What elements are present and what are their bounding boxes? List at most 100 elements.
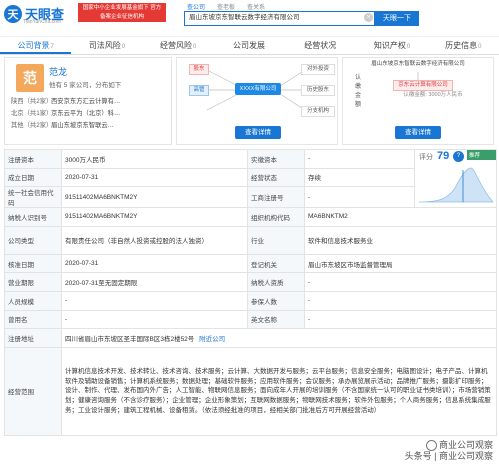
cell-value: MA6BNKTM2 (304, 207, 497, 227)
watermark: 商业公司观察 头条号 | 商业公司观察 (405, 440, 493, 462)
equity-company-name[interactable]: 眉山东坡京东智联云数字经济有限公司 (349, 60, 487, 69)
cell-key: 核准日期 (4, 253, 62, 274)
person-name-link[interactable]: 范龙 (49, 65, 67, 78)
tab-count: 7 (50, 44, 54, 50)
watermark-icon (425, 440, 437, 451)
equity-structure-card: 眉山东坡京东智联云数字经济有限公司 认缴金额 京东云计算有限公司 认缴金额: 3… (342, 57, 494, 145)
cell-value: 91511402MA6BNKTM2Y (61, 186, 248, 209)
region-label: 陕西（共2家） (11, 98, 53, 105)
view-equity-detail-button[interactable]: 查看详情 (395, 126, 441, 139)
cell-key: 实缴资本 (247, 149, 305, 169)
person-desc: 他有 5 家公司，分布如下 (49, 82, 122, 89)
tab-label: 经营状况 (304, 41, 337, 50)
cell-value: - (304, 309, 497, 330)
avatar[interactable]: 范 (16, 64, 44, 92)
score-distribution-chart (418, 167, 494, 203)
cell-value: - (304, 290, 497, 311)
cell-value: 软件和信息技术服务业 (304, 225, 497, 255)
tab-label: 知识产权 (373, 41, 406, 50)
equity-shareholder[interactable]: 京东云计算有限公司 (393, 80, 453, 91)
cell-value: 2020-07-31至无固定期限 (61, 272, 248, 292)
business-info-table: 注册资本 3000万人民币 实缴资本 - 评分 79 ? 认证报告推荐 成立日期… (4, 148, 497, 436)
cell-key: 经营状态 (247, 167, 305, 188)
graph-node-branch[interactable]: 分支机构 (301, 106, 335, 117)
graph-node-investment[interactable]: 对外投资 (301, 64, 335, 75)
tab-operation-risk[interactable]: 经营风险0 (143, 37, 214, 54)
cell-key: 统一社会信用代码 (4, 186, 62, 209)
recommend-badge: 认证报告推荐 (467, 150, 496, 160)
company-link[interactable]: 京东云平为（北京）科… (51, 110, 120, 117)
tab-company-development[interactable]: 公司发展 (214, 37, 285, 54)
cell-key: 行业 (247, 225, 305, 255)
cell-key: 英文名称 (247, 309, 305, 330)
cell-value: - (61, 290, 248, 311)
tab-company-background[interactable]: 公司背景7 (0, 37, 72, 54)
cell-value: - (304, 186, 415, 209)
cell-key: 工商注册号 (247, 186, 305, 209)
tab-intellectual-property[interactable]: 知识产权0 (356, 37, 427, 54)
list-item[interactable]: 其他（共2家）眉山东坡京东智联云… (11, 120, 120, 132)
cell-key: 经营范围 (4, 346, 62, 436)
tab-count: 0 (406, 44, 411, 50)
tab-label: 历史信息 (445, 41, 478, 50)
cell-value: 3000万人民币 (61, 149, 248, 169)
tab-label: 公司发展 (232, 41, 265, 50)
cell-key: 登记机关 (247, 253, 305, 274)
logo-subtitle: TianYanCha.com (23, 19, 62, 25)
tab-history[interactable]: 历史信息0 (428, 37, 499, 54)
search-input[interactable]: 眉山东坡京东智联云数字经济有限公司 (184, 11, 375, 26)
nearby-companies-link[interactable]: 附近公司 (199, 336, 225, 343)
company-link[interactable]: 眉山东坡京东智联云… (51, 122, 114, 129)
graph-node-history-shareholder[interactable]: 历史股东 (301, 85, 335, 96)
list-item[interactable]: 陕西（共2家）西安京东方汇云计算有… (11, 96, 120, 108)
cell-value: - (61, 309, 248, 330)
cell-key: 成立日期 (4, 167, 62, 188)
cell-value: - (304, 272, 497, 292)
graph-node-company[interactable]: XXXX有限公司 (235, 83, 281, 95)
address-text: 四川省眉山市东坡区圣丰国际B区3栋2楼52号 (65, 335, 195, 343)
business-scope: 计算机信息技术开发、技术转让、技术咨询、技术服务；云计算、大数据开发与服务；云平… (61, 346, 497, 436)
gov-badge: 国家中小企业发展基金旗下 官方备案企业征信机构 (78, 3, 166, 22)
legal-person-card: 范 范龙 他有 5 家公司，分布如下 陕西（共2家）西安京东方汇云计算有… 北京… (4, 57, 172, 145)
company-distribution-list: 陕西（共2家）西安京东方汇云计算有… 北京（共1家）京东云平为（北京）科… 其他… (11, 96, 120, 132)
view-graph-detail-button[interactable]: 查看详情 (235, 126, 281, 139)
graph-node-executive[interactable]: 高管 (189, 85, 209, 96)
watermark-title: 商业公司观察 (405, 440, 493, 451)
cell-value: 有限责任公司（非自然人投资或控股的法人独资） (61, 225, 248, 255)
equity-amount: 认缴金额: 3000万人民币 (393, 91, 473, 100)
tab-label: 公司背景 (17, 41, 50, 50)
region-label: 北京（共1家） (11, 110, 53, 117)
cell-value: 眉山市东坡区市场监督管理局 (304, 253, 497, 274)
cell-value: 2020-07-31 (61, 253, 248, 274)
cell-key: 纳税人资质 (247, 272, 305, 292)
equity-small-label: 认缴金额 (353, 74, 363, 110)
cell-key: 注册地址 (4, 328, 62, 348)
cell-key: 参保人数 (247, 290, 305, 311)
relation-graph-card: 股东 高管 XXXX有限公司 对外投资 历史股东 分支机构 查看详情 (176, 57, 338, 145)
tab-count: 0 (121, 44, 126, 50)
tab-count: 0 (478, 44, 482, 50)
info-icon[interactable]: ? (453, 151, 464, 162)
cell-key: 公司类型 (4, 225, 62, 255)
tab-operation-status[interactable]: 经营状况 (285, 37, 356, 54)
company-link[interactable]: 西安京东方汇云计算有… (51, 98, 120, 105)
search-button[interactable]: 天眼一下 (375, 11, 419, 26)
clear-icon[interactable]: × (364, 13, 373, 22)
cell-value: - (304, 149, 415, 169)
logo-icon: 天 (4, 4, 22, 23)
cell-value: 四川省眉山市东坡区圣丰国际B区3栋2楼52号 附近公司 (61, 328, 497, 348)
tab-count: 0 (193, 44, 197, 50)
list-item[interactable]: 北京（共1家）京东云平为（北京）科… (11, 108, 120, 120)
cell-key: 人员规模 (4, 290, 62, 311)
graph-node-shareholder[interactable]: 股东 (189, 64, 209, 75)
score-cell: 评分 79 ? 认证报告推荐 (414, 148, 497, 209)
cell-value: 91511402MA6BNKTM2Y (61, 207, 248, 227)
cell-key: 营业期限 (4, 272, 62, 292)
tab-judicial-risk[interactable]: 司法风险0 (71, 37, 142, 54)
watermark-line1: 商业公司观察 (438, 439, 493, 450)
score-value: 79 (437, 150, 450, 162)
watermark-line2: 头条号 | 商业公司观察 (404, 451, 493, 461)
cell-key: 组织机构代码 (247, 207, 305, 227)
cell-key: 纳税人识别号 (4, 207, 62, 227)
cell-value: 2020-07-31 (61, 167, 248, 188)
